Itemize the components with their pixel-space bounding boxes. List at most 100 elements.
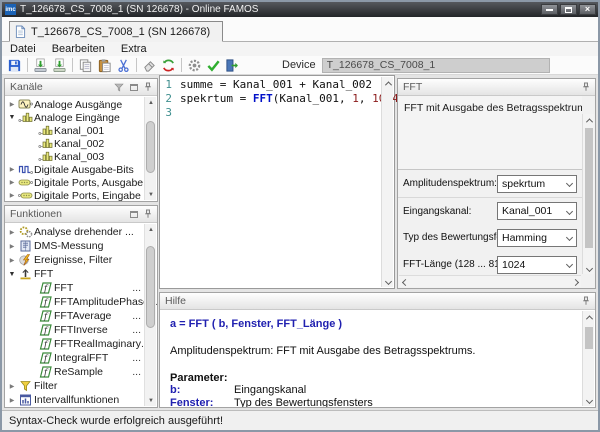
expand-icon[interactable]: ▶ [7, 257, 17, 264]
scroll-left-icon[interactable] [399, 276, 411, 288]
menu-item-extra[interactable]: Extra [113, 42, 155, 56]
expand-icon[interactable]: ▶ [7, 383, 17, 390]
send-to-device-icon [33, 58, 48, 73]
fft-field-row: FFT-Länge (128 ... 8192):1024 [398, 251, 582, 278]
tree-item-analoge-eingänge[interactable]: ▼Analoge Eingänge [5, 111, 144, 124]
function-icon: f [37, 338, 54, 350]
tree-item-fftrealimaginary[interactable]: fFFTRealImaginary... [5, 337, 144, 351]
tree-item-intervallfunktionen[interactable]: ▶Intervallfunktionen [5, 393, 144, 407]
menu-item-datei[interactable]: Datei [2, 42, 44, 56]
scroll-down-icon[interactable] [583, 262, 595, 274]
close-button[interactable]: × [579, 4, 596, 15]
tree-item-fftamplitudephase[interactable]: fFFTAmplitudePhase... [5, 295, 144, 309]
device-field[interactable] [322, 58, 550, 73]
scroll-up-icon[interactable] [145, 224, 157, 235]
tree-item-kanal-002[interactable]: Kanal_002 [5, 137, 144, 150]
tree-item-digitale-ausgabe-bits[interactable]: ▶Digitale Ausgabe-Bits [5, 163, 144, 176]
scroll-down-icon[interactable] [145, 189, 157, 200]
maximize-panel-icon[interactable] [130, 211, 138, 218]
syntax-check-button[interactable] [204, 57, 223, 74]
chevron-down-icon [566, 207, 573, 214]
imc-logo-icon: imc [5, 4, 16, 15]
tree-item-fft[interactable]: ▼FFT [5, 267, 144, 281]
funktionen-scrollbar[interactable] [144, 224, 156, 406]
tree-item-analoge-ausgänge[interactable]: ▶Analoge Ausgänge [5, 98, 144, 111]
document-icon [15, 25, 26, 38]
paste-button[interactable] [95, 57, 114, 74]
expand-icon[interactable]: ▶ [7, 243, 17, 250]
scroll-down-icon[interactable] [145, 395, 157, 406]
fft-field-dropdown[interactable]: Hamming [497, 229, 577, 247]
expand-icon[interactable]: ▶ [7, 166, 17, 173]
maximize-panel-icon[interactable] [130, 84, 138, 91]
tree-item-kanal-001[interactable]: Kanal_001 [5, 124, 144, 137]
collapse-icon[interactable]: ▼ [7, 271, 17, 278]
tree-item-digitale-ports-ausgabe[interactable]: ▶Digitale Ports, Ausgabe [5, 176, 144, 189]
expand-icon[interactable]: ▶ [7, 192, 17, 199]
tree-item-resample[interactable]: fReSample... [5, 365, 144, 379]
tree-item-kanal-003[interactable]: Kanal_003 [5, 150, 144, 163]
tree-item-label: FFTAmplitudePhase [54, 296, 149, 308]
pin-icon[interactable] [144, 209, 152, 219]
scroll-down-icon[interactable] [583, 394, 595, 406]
tree-item-filter[interactable]: ▶Filter [5, 379, 144, 393]
scrollbar-thumb[interactable] [585, 327, 593, 349]
pin-icon[interactable] [582, 296, 590, 306]
scrollbar-thumb[interactable] [146, 246, 155, 328]
function-icon: f [37, 310, 54, 322]
refresh-button[interactable] [159, 57, 178, 74]
expand-icon[interactable]: ▶ [7, 101, 17, 108]
toolbar-separator [136, 58, 137, 72]
toolbar: Device [2, 56, 598, 75]
fft-field-dropdown[interactable]: spekrtum [497, 175, 577, 193]
collapse-icon[interactable]: ▼ [7, 114, 17, 121]
tree-item-fft[interactable]: fFFT... [5, 281, 144, 295]
tree-item-digitale-ports-eingabe[interactable]: ▶Digitale Ports, Eingabe [5, 189, 144, 201]
hilfe-panel: Hilfe a = FFT ( b, Fenster, FFT_Länge ) … [159, 292, 596, 408]
kanaele-scrollbar[interactable] [144, 97, 156, 200]
document-tab[interactable]: T_126678_CS_7008_1 (SN 126678) [9, 21, 223, 42]
send-to-device-button[interactable] [31, 57, 50, 74]
save-button[interactable] [5, 57, 24, 74]
pin-icon[interactable] [582, 82, 590, 92]
editor-scrollbar[interactable] [381, 77, 393, 287]
fft-field-dropdown[interactable]: Kanal_001 [497, 202, 577, 220]
pin-icon[interactable] [144, 82, 152, 92]
scrollbar-thumb[interactable] [585, 128, 593, 248]
hilfe-scrollbar[interactable] [582, 311, 594, 406]
window-title: T_126678_CS_7008_1 (SN 126678) - Online … [20, 4, 258, 15]
fft-field-dropdown[interactable]: 1024 [497, 256, 577, 274]
ellipsis-indicator: ... [132, 352, 144, 364]
scroll-up-icon[interactable] [583, 114, 595, 126]
eraser-button[interactable] [140, 57, 159, 74]
scrollbar-thumb[interactable] [146, 121, 155, 173]
settings-button[interactable] [185, 57, 204, 74]
function-icon: f [37, 324, 54, 336]
fft-scrollbar-vertical[interactable] [582, 114, 594, 274]
tree-item-fftinverse[interactable]: fFFTInverse... [5, 323, 144, 337]
tree-item-analyse-drehender-[interactable]: ▶Analyse drehender ... [5, 225, 144, 239]
scroll-down-icon[interactable] [382, 275, 394, 287]
scroll-up-icon[interactable] [583, 311, 595, 323]
expand-icon[interactable]: ▶ [7, 229, 17, 236]
exit-button[interactable] [223, 57, 242, 74]
menu-item-bearbeiten[interactable]: Bearbeiten [44, 42, 113, 56]
scroll-up-icon[interactable] [382, 77, 394, 89]
expand-icon[interactable]: ▶ [7, 179, 17, 186]
cut-button[interactable] [114, 57, 133, 74]
filter-icon[interactable] [114, 83, 124, 92]
tree-item-fftaverage[interactable]: fFFTAverage... [5, 309, 144, 323]
expand-icon[interactable]: ▶ [7, 397, 17, 404]
fft-scrollbar-horizontal[interactable] [399, 275, 581, 287]
tree-item-dms-messung[interactable]: ▶DMS-Messung [5, 239, 144, 253]
copy-button[interactable] [76, 57, 95, 74]
minimize-button[interactable] [541, 4, 558, 15]
scroll-up-icon[interactable] [145, 97, 157, 108]
code-editor[interactable]: 123 summe = Kanal_001 + Kanal_002spekrtu… [159, 75, 395, 289]
load-from-device-button[interactable] [50, 57, 69, 74]
tree-item-integralfft[interactable]: fIntegralFFT... [5, 351, 144, 365]
code-area[interactable]: summe = Kanal_001 + Kanal_002spekrtum = … [180, 78, 380, 120]
scroll-right-icon[interactable] [569, 276, 581, 288]
maximize-button[interactable] [560, 4, 577, 15]
tree-item-ereignisse-filter[interactable]: ▶Ereignisse, Filter [5, 253, 144, 267]
